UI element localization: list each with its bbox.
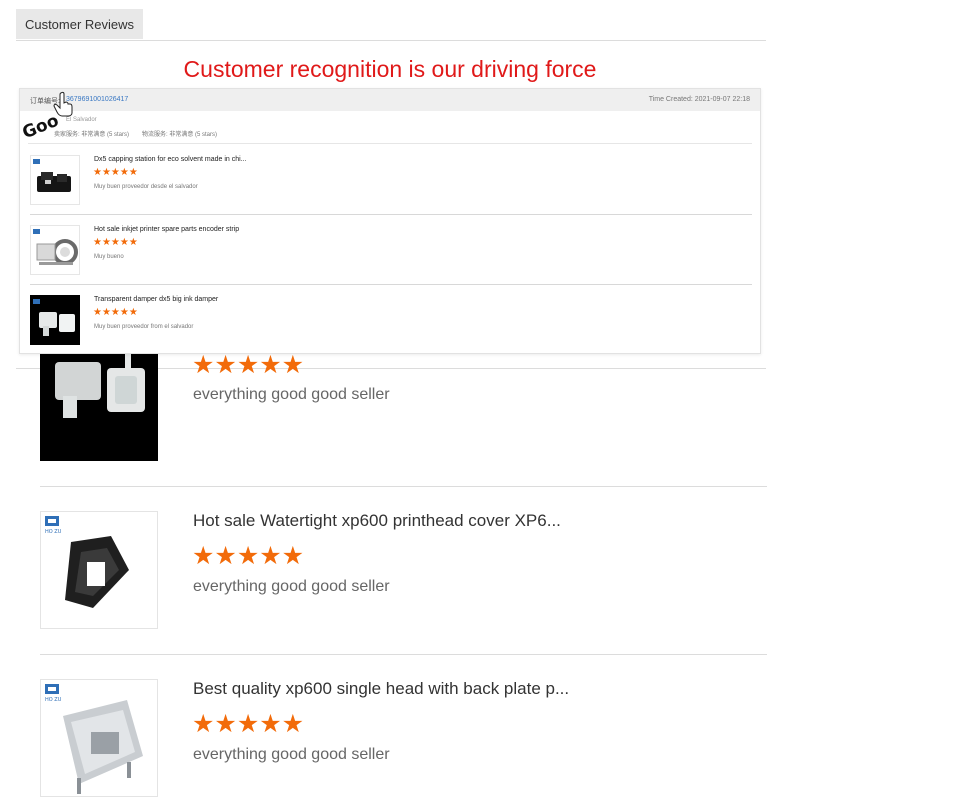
review-item: ★★★★★ everything good good seller bbox=[40, 343, 767, 511]
mini-rating-stars: ★★★★★ bbox=[93, 167, 138, 178]
mini-review-comment: Muy buen proveedor from el salvador bbox=[94, 324, 194, 330]
mini-product-thumbnail[interactable] bbox=[30, 225, 80, 275]
order-number-link[interactable]: 3679691001026417 bbox=[66, 96, 128, 103]
product-title[interactable]: Best quality xp600 single head with back… bbox=[193, 679, 569, 699]
mini-review-item: Transparent damper dx5 big ink damper ★★… bbox=[30, 285, 752, 355]
mini-product-title[interactable]: Transparent damper dx5 big ink damper bbox=[94, 296, 218, 303]
mini-product-thumbnail[interactable] bbox=[30, 155, 80, 205]
product-thumbnail[interactable]: HO ZU bbox=[40, 679, 158, 797]
mini-review-comment: Muy bueno bbox=[94, 254, 124, 260]
rating-stars: ★★★★★ bbox=[192, 351, 305, 379]
review-comment: everything good good seller bbox=[193, 746, 390, 763]
mini-rating-stars: ★★★★★ bbox=[93, 307, 138, 318]
review-item: HO ZU Hot sale Watertight xp600 printhea… bbox=[40, 511, 767, 679]
mini-review-comment: Muy buen proveedor desde el salvador bbox=[94, 184, 198, 190]
product-title[interactable]: Hot sale Watertight xp600 printhead cove… bbox=[193, 511, 561, 531]
review-comment: everything good good seller bbox=[193, 386, 390, 403]
product-thumbnail[interactable] bbox=[40, 343, 158, 461]
review-item: HO ZU Best quality xp600 single head wit… bbox=[40, 679, 767, 811]
mini-product-title[interactable]: Dx5 capping station for eco solvent made… bbox=[94, 156, 247, 163]
rating-stars: ★★★★★ bbox=[192, 542, 305, 570]
tab-customer-reviews[interactable]: Customer Reviews bbox=[16, 9, 143, 39]
svg-text:HO ZU: HO ZU bbox=[45, 529, 62, 535]
printhead-cover-image-icon: HO ZU bbox=[41, 512, 157, 628]
panel-divider bbox=[28, 143, 752, 144]
svg-text:HO ZU: HO ZU bbox=[45, 697, 62, 703]
mini-review-item: Hot sale inkjet printer spare parts enco… bbox=[30, 215, 752, 285]
mini-product-title[interactable]: Hot sale inkjet printer spare parts enco… bbox=[94, 226, 239, 233]
mini-review-item: Dx5 capping station for eco solvent made… bbox=[30, 145, 752, 215]
damper-image-icon bbox=[31, 296, 79, 344]
seller-rating: 卖家服务: 非常满意 (5 stars) bbox=[54, 132, 130, 138]
mini-product-thumbnail[interactable] bbox=[30, 295, 80, 345]
buyer-country: El Salvador bbox=[66, 117, 97, 123]
review-comment: everything good good seller bbox=[193, 578, 390, 595]
order-summary: El Salvador 卖家服务: 非常满意 (5 stars) 物流服务: 非… bbox=[20, 113, 760, 144]
mini-rating-stars: ★★★★★ bbox=[93, 237, 138, 248]
tab-bar: Customer Reviews bbox=[16, 9, 766, 41]
list-divider bbox=[40, 654, 767, 655]
damper-image-icon bbox=[41, 344, 157, 460]
encoder-strip-image-icon bbox=[33, 229, 78, 265]
head-plate-image-icon: HO ZU bbox=[41, 680, 157, 796]
list-divider bbox=[40, 486, 767, 487]
order-header: 订单编号: 3679691001026417 Time Created: 202… bbox=[20, 89, 760, 111]
shipping-rating: 物流服务: 非常满意 (5 stars) bbox=[142, 132, 218, 138]
headline: Customer recognition is our driving forc… bbox=[183, 56, 597, 82]
rating-stars: ★★★★★ bbox=[192, 710, 305, 738]
time-created: Time Created: 2021-09-07 22:18 bbox=[648, 96, 750, 103]
capping-station-image-icon bbox=[33, 159, 71, 192]
order-review-screenshot: 订单编号: 3679691001026417 Time Created: 202… bbox=[19, 88, 761, 354]
product-thumbnail[interactable]: HO ZU bbox=[40, 511, 158, 629]
